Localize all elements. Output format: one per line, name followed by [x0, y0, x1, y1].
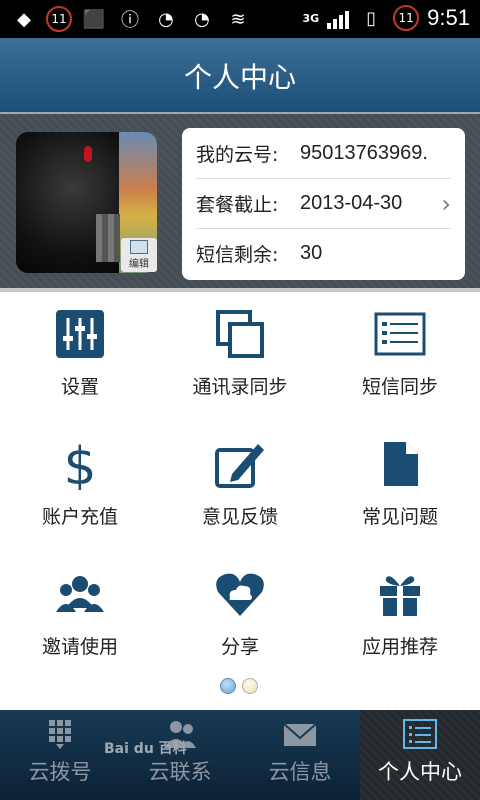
usb-debug-icon: ◆	[17, 8, 31, 30]
tab-label: 云信息	[268, 760, 332, 784]
status-bar: ◆ 11 ⬛ ⓘ ◔ ◔ ≋ 3G ▯ 11 9:51	[0, 0, 480, 38]
grid-item-invite[interactable]: 邀请使用	[0, 552, 160, 682]
heart-cloud-icon	[216, 573, 264, 616]
page-indicator	[220, 678, 258, 694]
list-icon	[374, 312, 426, 356]
tab-label: 个人中心	[378, 760, 462, 784]
clock: 9:51	[427, 5, 470, 30]
grid-item-label: 短信同步	[361, 376, 438, 398]
cloud-number-value: 95013763969.	[300, 141, 428, 164]
page-title: 个人中心	[183, 61, 296, 94]
grid-item-share[interactable]: 分享	[160, 552, 320, 682]
profile-section: 编辑 我的云号: 95013763969. 套餐截止: 2013-04-30 ›…	[0, 114, 480, 292]
status-left: ◆ 11 ⬛ ⓘ ◔ ◔ ≋	[10, 5, 252, 33]
tab-label: 云联系	[148, 760, 212, 784]
grid-item-settings[interactable]: 设置	[0, 292, 160, 422]
envelope-icon	[283, 723, 317, 746]
sim-icon: ▯	[366, 7, 377, 29]
baidu-watermark: Bai du 百科	[104, 741, 187, 757]
cloud-number-label: 我的云号:	[196, 143, 279, 166]
grid-item-label: 邀请使用	[41, 636, 118, 658]
feature-grid: 设置 通讯录同步 短信同步 $ 账户充值 意见反馈 常见问题 邀请使用 分享 应…	[0, 292, 480, 712]
edit-pencil-icon	[215, 444, 264, 488]
dollar-icon: $	[63, 438, 96, 490]
document-icon	[384, 442, 418, 486]
grid-item-faq[interactable]: 常见问题	[320, 422, 480, 552]
grid-item-label: 通讯录同步	[192, 376, 288, 398]
plan-expiry-value: 2013-04-30	[300, 191, 403, 214]
grid-item-label: 设置	[60, 376, 99, 398]
sms-remaining-value: 30	[300, 241, 323, 264]
avatar-pixelated-area	[96, 214, 120, 262]
profile-list-icon	[403, 719, 437, 749]
grid-item-label: 常见问题	[361, 506, 438, 528]
tab-label: 云拨号	[28, 760, 92, 784]
sms-remaining-row: 短信剩余: 30	[196, 228, 451, 278]
grid-item-contacts-sync[interactable]: 通讯录同步	[160, 292, 320, 422]
grid-item-sms-sync[interactable]: 短信同步	[320, 292, 480, 422]
sliders-icon	[56, 310, 104, 358]
alert-icon: ⓘ	[121, 10, 139, 31]
status-right: 3G ▯ 11 9:51	[302, 4, 470, 32]
copy-icon	[216, 310, 264, 358]
grid-item-label: 账户充值	[41, 506, 118, 528]
gift-icon	[380, 576, 420, 616]
android-icon: ⬛	[82, 8, 106, 30]
edit-avatar-button[interactable]: 编辑	[121, 238, 157, 272]
wifi-icon: ≋	[230, 8, 246, 30]
chevron-right-icon: ›	[441, 190, 451, 218]
image-icon	[130, 240, 148, 254]
grid-item-recharge[interactable]: $ 账户充值	[0, 422, 160, 552]
signal-icon	[327, 7, 350, 29]
peas-app-icon: ◔	[158, 8, 174, 30]
page-dot[interactable]	[242, 678, 258, 694]
notification-badge-right: 11	[393, 5, 420, 31]
grid-item-feedback[interactable]: 意见反馈	[160, 422, 320, 552]
grid-item-recommend[interactable]: 应用推荐	[320, 552, 480, 682]
network-type: 3G	[302, 11, 320, 25]
avatar-red-dot	[84, 146, 92, 162]
account-info-card[interactable]: 我的云号: 95013763969. 套餐截止: 2013-04-30 › 短信…	[182, 128, 465, 280]
cloud-number-row: 我的云号: 95013763969.	[196, 128, 451, 179]
page-dot-active[interactable]	[220, 678, 236, 694]
grid-item-label: 应用推荐	[361, 636, 438, 658]
dialpad-icon	[49, 720, 71, 749]
edit-label: 编辑	[129, 259, 149, 270]
tab-cloud-messages[interactable]: 云信息	[240, 710, 360, 800]
svg-text:$: $	[63, 438, 96, 490]
grid-item-label: 意见反馈	[201, 506, 278, 528]
plan-expiry-row[interactable]: 套餐截止: 2013-04-30 ›	[196, 178, 451, 229]
tab-cloud-dial[interactable]: 云拨号	[0, 710, 120, 800]
bottom-tab-bar: 云拨号 云联系 云信息 个人中心 Bai du 百科	[0, 710, 480, 800]
peas-app-icon-2: ◔	[194, 8, 210, 30]
plan-expiry-label: 套餐截止:	[196, 193, 279, 216]
title-bar: 个人中心	[0, 38, 480, 114]
notification-badge-left: 11	[46, 6, 72, 32]
grid-item-label: 分享	[220, 636, 259, 658]
sms-remaining-label: 短信剩余:	[196, 243, 279, 266]
group-icon	[56, 576, 104, 612]
tab-profile-center[interactable]: 个人中心	[360, 710, 480, 800]
